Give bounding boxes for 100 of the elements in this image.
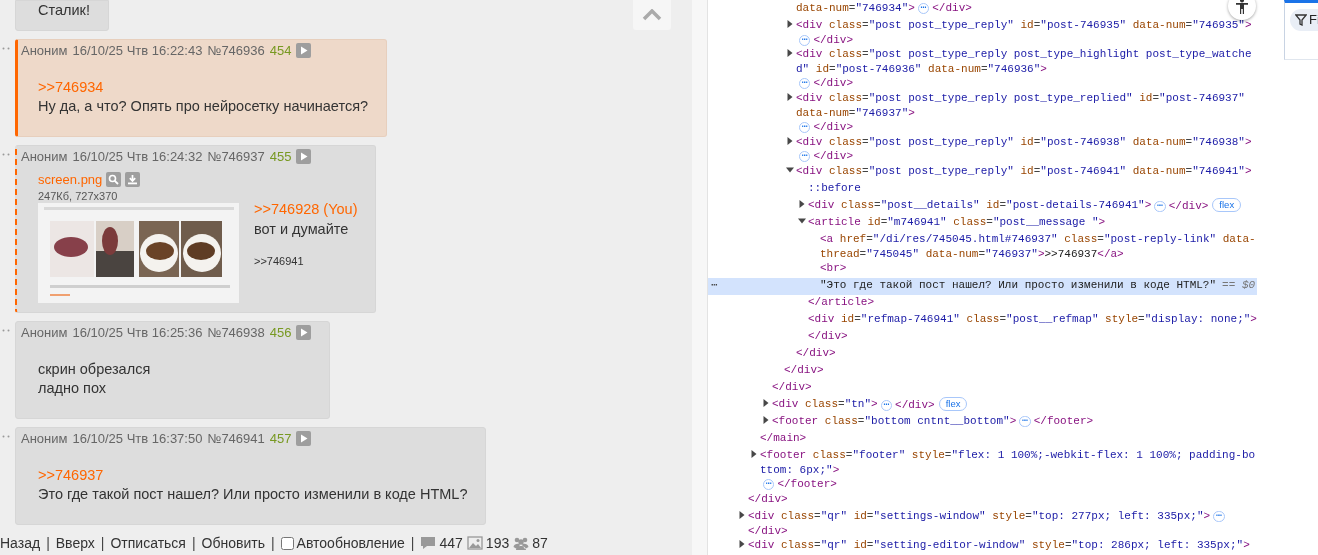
scrollbar[interactable] xyxy=(692,0,708,555)
post-number[interactable]: №746941 xyxy=(207,428,265,449)
html-tag[interactable]: <div class="post post_type_reply" id="post-746938" data-num="746938"> xyxy=(796,134,1252,150)
post-count: 454 xyxy=(269,41,292,60)
stat-count: 87 xyxy=(532,533,548,553)
ellipsis-button[interactable]: ⋯ xyxy=(799,78,811,90)
html-tag[interactable]: <div class="post__details" id="post-details-746941"> xyxy=(808,197,1152,213)
html-tag[interactable]: <div class="post post_type_reply" id="post-746935" data-num="746935"> xyxy=(796,18,1252,33)
html-tag[interactable]: <div id="refmap-746941" class="post__refmap" style="display: none;"> xyxy=(808,312,1257,327)
checkbox-label: Автообновление xyxy=(296,533,405,553)
author-name: Аноним xyxy=(21,41,68,60)
expand-arrow-icon[interactable] xyxy=(786,92,794,101)
author-name: Аноним xyxy=(21,429,68,448)
expand-arrow-icon[interactable] xyxy=(750,450,758,459)
expand-arrow-icon[interactable] xyxy=(786,136,794,145)
author-name: Аноним xyxy=(21,323,68,342)
post-count: 455 xyxy=(269,147,292,166)
separator: | xyxy=(46,533,50,553)
html-tag[interactable]: <div class="tn"> xyxy=(772,397,878,412)
message-text: Ну да, а что? Опять про нейросетку начинается? xyxy=(38,97,369,116)
autoupdate-checkbox[interactable] xyxy=(280,536,294,550)
separator: | xyxy=(191,533,196,553)
closing-tag: </div> xyxy=(813,150,854,163)
html-tag[interactable]: <a href="/di/res/745045.html#746937" class="post-reply-link" data-thread="745045" data-num="746937">>>746937</a> xyxy=(820,231,1257,262)
ellipsis-button[interactable]: ⋯ xyxy=(917,3,930,14)
post-number[interactable]: №746937 xyxy=(207,146,265,167)
file-info: 247Кб, 727x370 xyxy=(38,189,119,203)
message-text: ладно пох xyxy=(38,379,108,398)
html-tag[interactable]: <footer class="footer" style="flex: 1 100%;-webkit-flex: 1 100%; padding-bottom: 6px;"> xyxy=(760,448,1257,478)
expand-arrow-icon[interactable] xyxy=(786,20,794,28)
expand-arrow-icon[interactable] xyxy=(786,165,794,174)
closing-tag: </div> xyxy=(748,524,788,537)
expand-arrow-icon[interactable] xyxy=(738,510,746,519)
closing-tag: </div> xyxy=(813,33,854,46)
accessibility-button[interactable] xyxy=(1228,0,1256,20)
expand-arrow-icon[interactable] xyxy=(762,416,770,425)
message-text: Сталик! xyxy=(38,1,90,20)
text-node[interactable]: "Это где такой пост нашел? Или просто изменили в коде HTML?" xyxy=(820,278,1217,293)
closing-tag: </div> xyxy=(1168,199,1209,212)
ellipsis-button[interactable]: ⋯ xyxy=(799,34,811,46)
row-menu-button[interactable]: ⋯ xyxy=(711,278,718,293)
dots-icon xyxy=(2,46,10,50)
play-icon xyxy=(298,327,310,338)
person-icon xyxy=(1235,0,1249,14)
ellipsis-button[interactable]: ⋯ xyxy=(1019,416,1031,428)
ellipsis-button[interactable]: ⋯ xyxy=(1213,510,1225,522)
separator: | xyxy=(270,533,275,553)
html-tag[interactable]: <br> xyxy=(820,261,847,276)
play-icon xyxy=(298,433,310,444)
message-text: Это где такой пост нашел? Или просто изменили в коде HTML? xyxy=(38,485,468,504)
ellipsis-button[interactable]: ⋯ xyxy=(763,479,775,491)
closing-tag: </div> xyxy=(784,364,824,377)
ellipsis-button[interactable]: ⋯ xyxy=(1154,200,1166,212)
closing-tag: </div> xyxy=(772,381,812,394)
play-button[interactable] xyxy=(296,43,312,58)
play-icon xyxy=(298,151,310,162)
dots-icon xyxy=(2,328,10,332)
expand-arrow-icon[interactable] xyxy=(798,216,806,225)
nav-link-text[interactable]: Отписаться xyxy=(110,532,186,554)
backlink[interactable]: >>746941 xyxy=(254,254,304,267)
comment-icon xyxy=(420,536,437,550)
nav-link-text[interactable]: Обновить xyxy=(201,532,265,554)
play-button[interactable] xyxy=(296,149,312,164)
nav-link-text[interactable]: Вверх xyxy=(55,532,95,554)
play-button[interactable] xyxy=(296,325,312,340)
html-tag[interactable]: <article id="m746941" class="post__message "> xyxy=(808,214,1106,230)
html-tag[interactable]: data-num="746934"> xyxy=(796,1,915,16)
download-icon xyxy=(127,174,139,185)
pseudo-element[interactable]: ::before xyxy=(808,180,861,196)
post-number[interactable]: №746936 xyxy=(207,40,265,61)
html-tag[interactable]: <div class="post post_type_reply post_type_replied" id="post-746937" data-num="746937"> xyxy=(796,90,1257,121)
nav-link-text[interactable]: Назад xyxy=(0,532,41,554)
zoom-button[interactable] xyxy=(106,172,122,187)
chevron-up-icon xyxy=(642,9,662,21)
expand-arrow-icon[interactable] xyxy=(762,399,770,408)
html-tag[interactable]: <div class="qr" id="setting-editor-window" style="top: 286px; left: 335px;"> xyxy=(748,538,1250,553)
download-button[interactable] xyxy=(125,172,141,187)
closing-tag: </div> xyxy=(932,2,972,14)
html-tag[interactable]: <div class="post post_type_reply post_type_highlight post_type_watched" id="post-746936" data-num="746936"> xyxy=(796,47,1257,77)
expand-arrow-icon[interactable] xyxy=(798,199,806,208)
message-text: скрин обрезался xyxy=(38,359,152,379)
post-number[interactable]: №746938 xyxy=(207,322,265,343)
ellipsis-button[interactable]: ⋯ xyxy=(880,400,893,412)
html-tag[interactable]: <div class="post post_type_reply" id="post-746941" data-num="746941"> xyxy=(796,163,1252,179)
post-count: 456 xyxy=(269,323,292,342)
ellipsis-button[interactable]: ⋯ xyxy=(799,151,811,163)
expand-arrow-icon[interactable] xyxy=(786,49,794,58)
play-button[interactable] xyxy=(296,431,312,446)
post-date: 16/10/25 Чтв 16:25:36 xyxy=(72,323,203,342)
closing-tag: </main> xyxy=(760,432,807,445)
ellipsis-button[interactable]: ⋯ xyxy=(799,122,811,134)
html-tag[interactable]: <footer class="bottom cntnt__bottom"> xyxy=(772,414,1017,429)
html-tag[interactable]: <div class="qr" id="settings-window" style="top: 277px; left: 335px;"> xyxy=(748,508,1211,524)
closing-tag: </div> xyxy=(796,347,836,360)
message-text: вот и думайте xyxy=(254,219,350,239)
expand-arrow-icon[interactable] xyxy=(738,540,746,549)
closing-tag: </footer> xyxy=(1033,415,1094,428)
separator: | xyxy=(100,533,105,553)
filter-icon xyxy=(1295,14,1307,26)
selected-row[interactable]: ⋯ "Это где такой пост нашел? Или просто изменили в коде HTML?" == $0 xyxy=(708,278,1257,296)
